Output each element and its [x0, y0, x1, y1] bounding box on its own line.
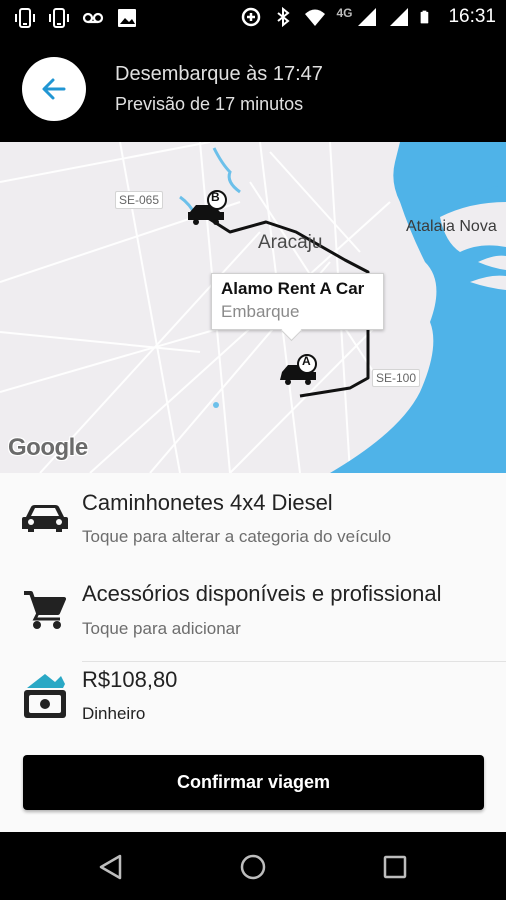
data-saver-icon [242, 7, 261, 27]
bluetooth-icon [277, 6, 291, 28]
cash-icon [24, 674, 66, 718]
vehicle-category-title: Caminhonetes 4x4 Diesel [82, 490, 333, 515]
recents-square-icon[interactable] [380, 852, 410, 882]
accessories-option[interactable]: Acessórios disponíveis e profissional To… [0, 565, 506, 661]
payment-option[interactable]: R$108,80 Dinheiro [0, 662, 506, 742]
wifi-icon [305, 9, 326, 26]
marker-b-car-icon [188, 190, 227, 225]
status-notifications [14, 7, 138, 29]
pickup-location-name: Alamo Rent A Car [221, 279, 365, 298]
phone-vibrate-icon [49, 8, 69, 28]
arrow-left-icon [42, 78, 66, 100]
accessories-hint: Toque para adicionar [82, 619, 241, 638]
eta-estimate: Previsão de 17 minutos [115, 94, 304, 114]
phone-vibrate-icon [15, 8, 35, 28]
road-label-se100: SE-100 [372, 369, 421, 387]
city-label: Aracaju [258, 232, 323, 253]
battery-icon [421, 10, 429, 24]
payment-method: Dinheiro [82, 704, 146, 723]
route-map[interactable]: B A SE-065 SE-100 Aracaju Atalaia Nova A… [0, 142, 506, 473]
back-triangle-icon[interactable] [96, 852, 126, 882]
clock: 16:31 [448, 6, 496, 27]
voicemail-icon [82, 12, 104, 24]
signal-icon [358, 8, 377, 26]
status-system-icons: 4G 16:31 [240, 6, 496, 28]
vehicle-category-hint: Toque para alterar a categoria do veícul… [82, 527, 392, 546]
car-icon [22, 505, 68, 532]
vehicle-category-option[interactable]: Caminhonetes 4x4 Diesel Toque para alter… [0, 473, 506, 565]
status-bar: 4G 16:31 [0, 0, 506, 36]
price-amount: R$108,80 [82, 667, 178, 692]
town-label: Atalaia Nova [406, 218, 497, 235]
cart-icon [24, 591, 66, 629]
pickup-popup[interactable]: Alamo Rent A Car Embarque [211, 273, 384, 330]
home-circle-icon[interactable] [238, 852, 268, 882]
signal-icon [390, 8, 409, 26]
back-button[interactable] [22, 57, 86, 121]
trip-header: Desembarque às 17:47 Previsão de 17 minu… [0, 36, 506, 142]
marker-a-label: A [302, 354, 311, 368]
accessories-title: Acessórios disponíveis e profissional [82, 581, 442, 606]
trip-options-panel: Caminhonetes 4x4 Diesel Toque para alter… [0, 473, 506, 832]
image-icon [118, 9, 136, 27]
road-label-se065: SE-065 [115, 191, 164, 209]
google-attribution-logo: Google [8, 434, 88, 461]
dropoff-time: Desembarque às 17:47 [115, 63, 323, 85]
network-type-label: 4G [336, 6, 353, 20]
pickup-label: Embarque [221, 302, 300, 321]
android-nav-bar [0, 832, 506, 900]
confirm-trip-button[interactable]: Confirmar viagem [23, 755, 484, 810]
marker-b-label: B [211, 190, 220, 204]
